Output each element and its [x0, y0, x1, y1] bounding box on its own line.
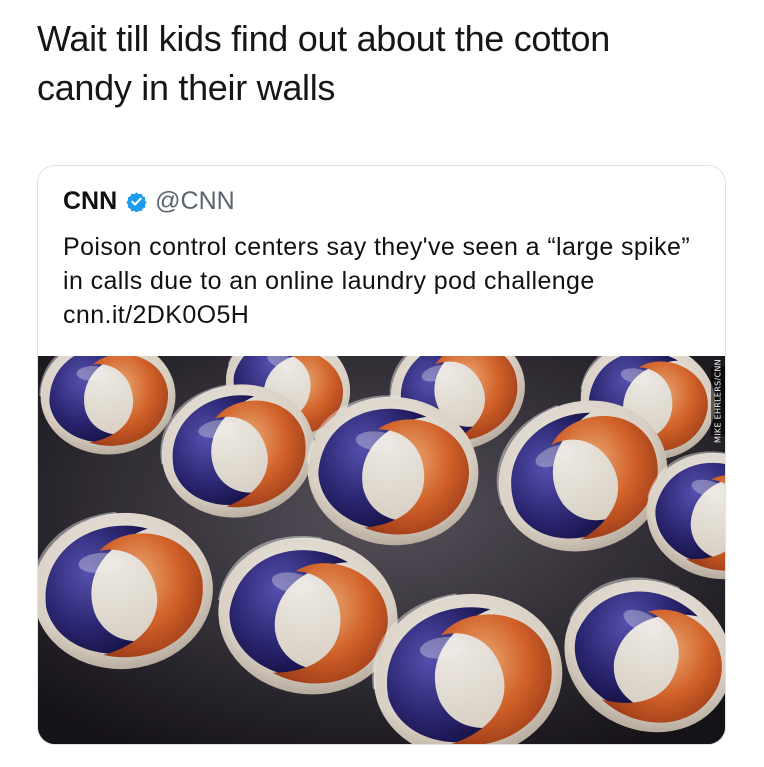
laundry-pods-photo[interactable]: MIKE EHRLERS/CNN — [38, 356, 725, 744]
caption-line-1: Wait till kids find out about the cotton — [37, 18, 610, 59]
laundry-pods-illustration — [38, 356, 725, 744]
photo-credit-text: MIKE EHRLERS/CNN — [713, 359, 723, 443]
tweet-text: Poison control centers say they've seen … — [63, 233, 691, 329]
author-name[interactable]: CNN — [63, 187, 117, 216]
meme-caption: Wait till kids find out about the cotton… — [37, 14, 737, 112]
photo-credit: MIKE EHRLERS/CNN — [711, 359, 725, 443]
tweet-header: CNN @CNN — [63, 184, 235, 218]
verified-badge-icon — [126, 191, 147, 213]
embedded-tweet-card[interactable]: CNN @CNN Poison control centers say they… — [37, 165, 726, 745]
author-handle[interactable]: @CNN — [155, 187, 235, 216]
caption-line-2: candy in their walls — [37, 67, 336, 108]
